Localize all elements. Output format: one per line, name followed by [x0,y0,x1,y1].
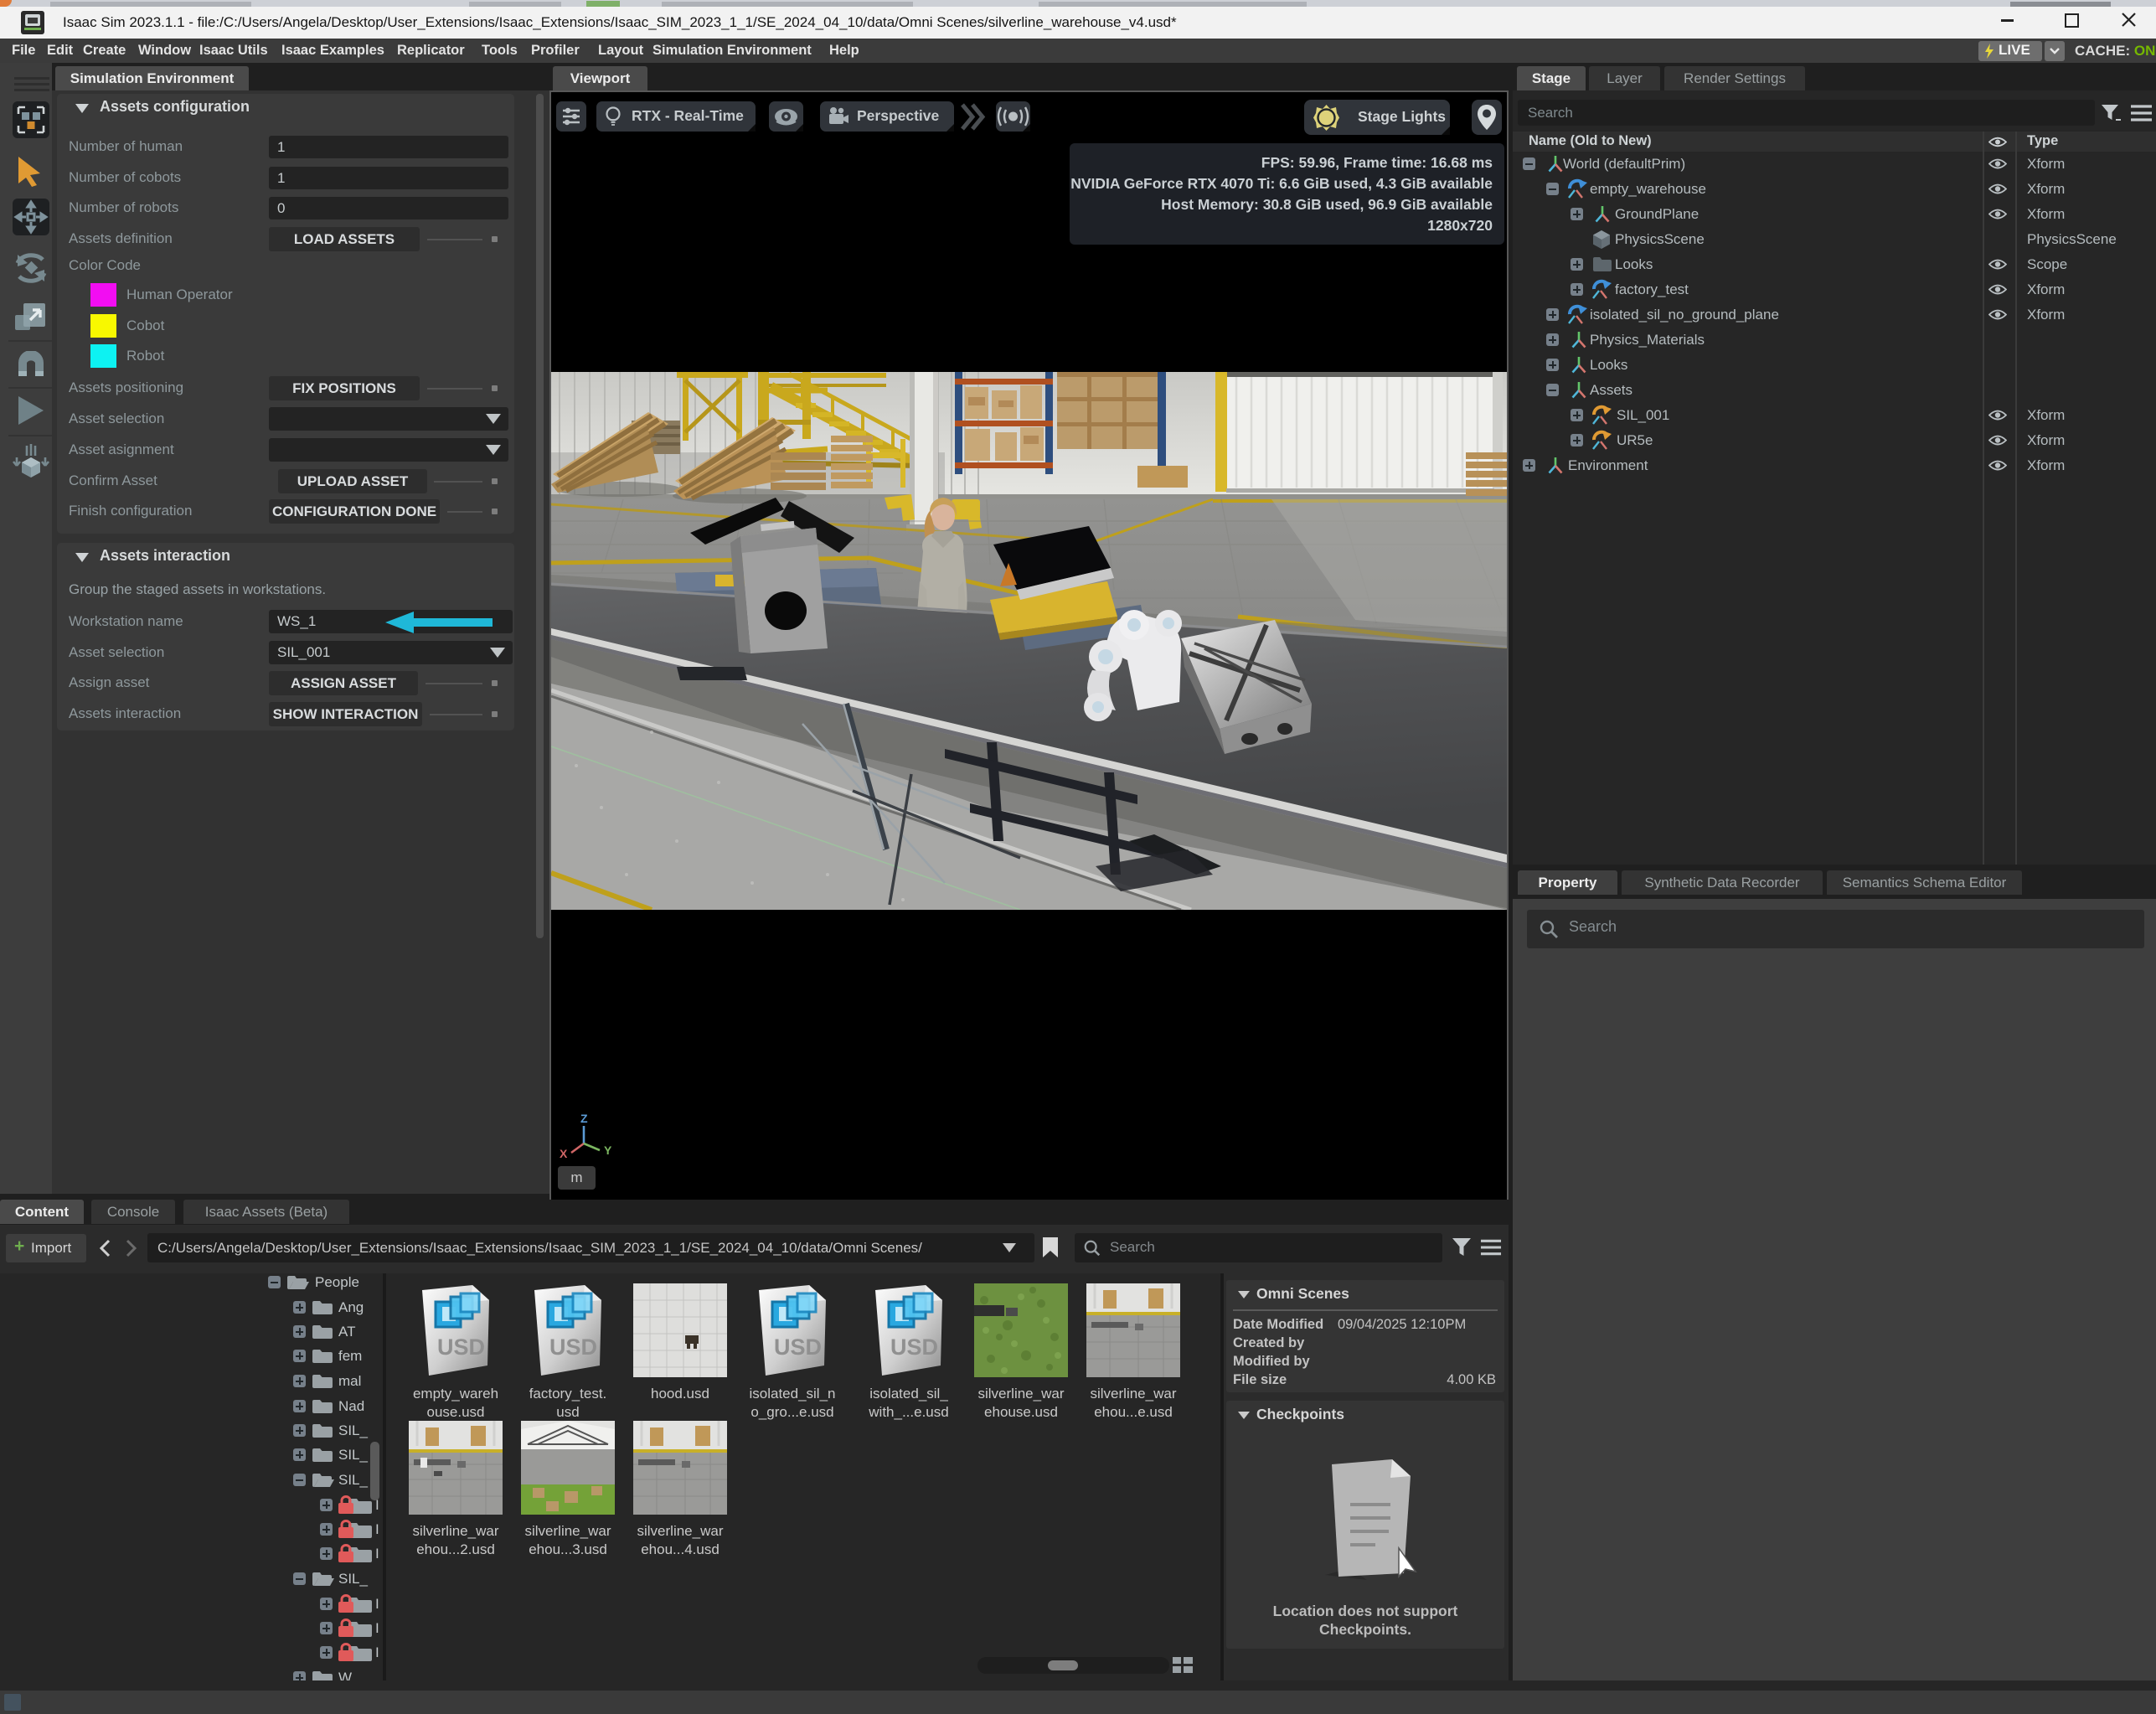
svg-text:USD: USD [549,1335,597,1360]
svg-text:Y: Y [604,1144,612,1157]
svg-text:USD: USD [437,1335,485,1360]
svg-text:USD: USD [890,1335,938,1360]
svg-text:Z: Z [580,1114,588,1125]
svg-text:USD: USD [774,1335,822,1360]
svg-text:X: X [560,1147,568,1160]
